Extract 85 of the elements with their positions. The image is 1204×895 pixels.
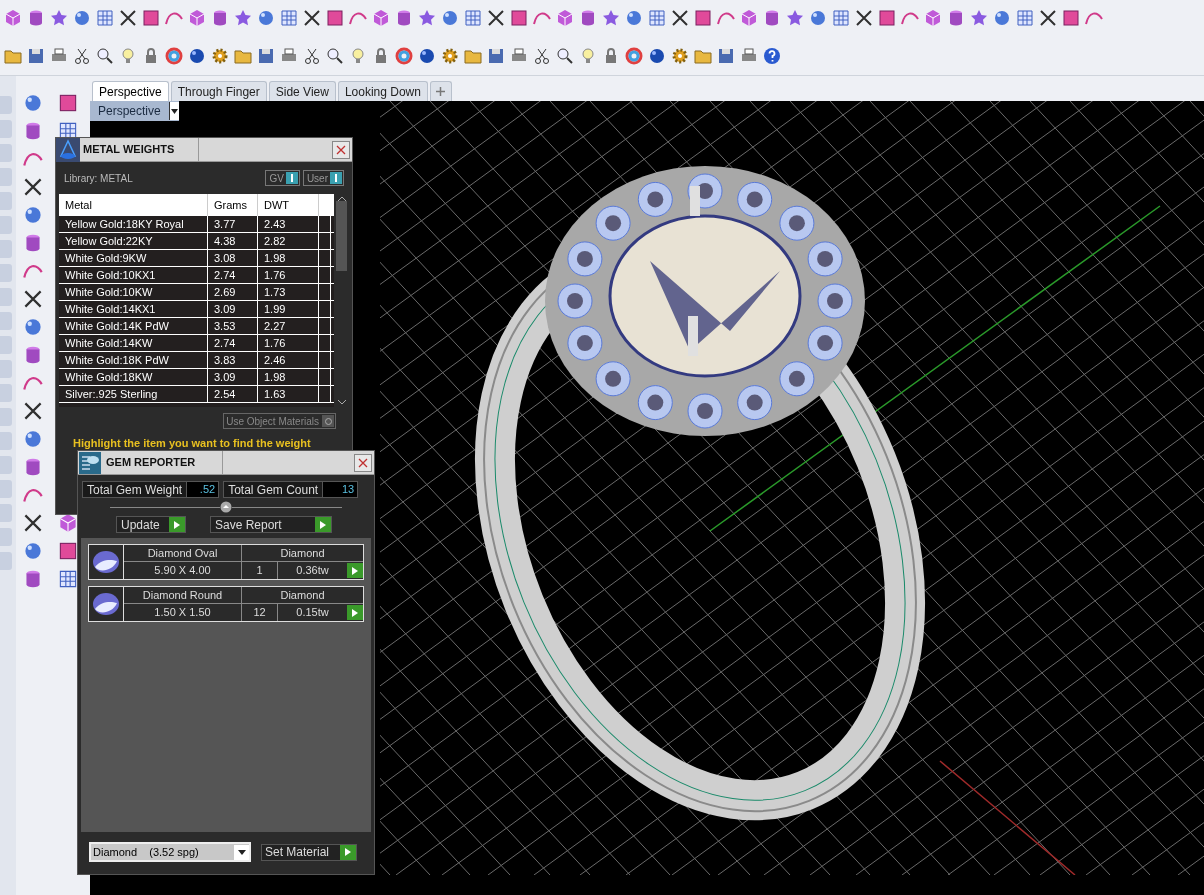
- table-cell: 1.63: [258, 386, 319, 402]
- play-icon: [345, 848, 351, 856]
- close-button[interactable]: [354, 453, 372, 472]
- field-label: Total Gem Count: [227, 481, 320, 499]
- table-cell: 3.83: [208, 352, 258, 368]
- action-button[interactable]: Set Material: [261, 843, 357, 861]
- window-title: GEM REPORTER: [106, 455, 197, 471]
- close-icon: [336, 144, 346, 155]
- close-button[interactable]: [332, 140, 350, 159]
- table-cell: White Gold:9KW: [59, 250, 208, 266]
- table-cell: White Gold:14KW: [59, 335, 208, 351]
- play-button[interactable]: [347, 605, 363, 620]
- viewport-tab[interactable]: Through Finger: [170, 81, 267, 101]
- table-cell: 1.73: [258, 284, 319, 300]
- column-header[interactable]: DWT: [258, 194, 319, 216]
- window-title: METAL WEIGHTS: [83, 142, 176, 158]
- gem-material: Diamond: [279, 546, 326, 561]
- play-icon: [352, 608, 358, 617]
- gem-count: 12: [242, 604, 278, 621]
- table-cell: 2.74: [208, 335, 258, 351]
- table-cell: Silver:.925 Sterling: [59, 386, 208, 402]
- close-icon: [358, 457, 368, 468]
- play-button[interactable]: [347, 563, 363, 578]
- table-cell: 2.27: [258, 318, 319, 334]
- table-cell: 1.98: [258, 250, 319, 266]
- table-cell: 2.74: [208, 267, 258, 283]
- table-cell: 2.43: [258, 216, 319, 232]
- table-cell: Yellow Gold:18KY Royal: [59, 216, 208, 232]
- play-icon: [320, 520, 326, 529]
- gem-name: Diamond Round: [124, 587, 242, 603]
- viewport-tab[interactable]: Side View: [268, 81, 336, 101]
- table-cell: 3.09: [208, 369, 258, 385]
- gem-name: Diamond Oval: [124, 545, 242, 561]
- table-cell: White Gold:14K PdW: [59, 318, 208, 334]
- toggle-switch[interactable]: GV: [265, 170, 300, 186]
- cone-icon: [56, 137, 80, 162]
- collapse-icon[interactable]: [220, 501, 232, 513]
- weight-value: .52: [186, 482, 219, 497]
- table-cell: 1.99: [258, 301, 319, 317]
- table-cell: White Gold:10KW: [59, 284, 208, 300]
- table-cell: 2.46: [258, 352, 319, 368]
- gem-material: Diamond: [279, 588, 326, 603]
- table-cell: 1.76: [258, 335, 319, 351]
- table-cell: 3.08: [208, 250, 258, 266]
- table-cell: 2.54: [208, 386, 258, 402]
- gem-weight: 0.36tw: [295, 563, 330, 579]
- table-cell: White Gold:14KX1: [59, 301, 208, 317]
- table-cell: White Gold:18KW: [59, 369, 208, 385]
- column-header[interactable]: Metal: [59, 194, 208, 216]
- action-button[interactable]: Update: [116, 516, 186, 533]
- material-dropdown[interactable]: Diamond (3.52 spg): [89, 842, 251, 862]
- table-cell: White Gold:10KX1: [59, 267, 208, 283]
- library-label: Library: METAL: [64, 171, 133, 186]
- table-cell: 3.09: [208, 301, 258, 317]
- caret-icon[interactable]: [168, 102, 179, 120]
- gem-size: 5.90 X 4.00: [124, 562, 242, 579]
- table-cell: 1.98: [258, 369, 319, 385]
- table-cell: White Gold:18K PdW: [59, 352, 208, 368]
- table-cell: 3.77: [208, 216, 258, 232]
- field-label: Total Gem Weight: [86, 481, 184, 499]
- checkbox[interactable]: Use Object Materials: [223, 413, 336, 429]
- table-cell: 1.76: [258, 267, 319, 283]
- gem-weight: 0.15tw: [295, 605, 330, 621]
- viewport-tab[interactable]: Looking Down: [337, 81, 428, 101]
- report-icon: [78, 450, 102, 475]
- hint-text: Highlight the item you want to find the weight: [73, 437, 311, 449]
- action-button[interactable]: Save Report: [210, 516, 332, 533]
- gem-size: 1.50 X 1.50: [124, 604, 242, 621]
- play-icon: [174, 520, 180, 529]
- count-value: 13: [322, 482, 358, 497]
- gem-count: 1: [242, 562, 278, 579]
- toggle-switch[interactable]: User: [302, 170, 344, 186]
- table-cell: 2.82: [258, 233, 319, 249]
- caret-icon: [237, 849, 246, 855]
- table-cell: 4.38: [208, 233, 258, 249]
- table-cell: 2.69: [208, 284, 258, 300]
- add-tab-icon[interactable]: [429, 81, 452, 101]
- gem-icon: [91, 549, 121, 575]
- scroll-thumb[interactable]: [336, 201, 347, 271]
- play-icon: [352, 566, 358, 575]
- column-header[interactable]: Grams: [208, 194, 258, 216]
- table-cell: 3.53: [208, 318, 258, 334]
- gem-icon: [91, 591, 121, 617]
- viewport-tab[interactable]: Perspective: [92, 81, 169, 101]
- table-cell: Yellow Gold:22KY: [59, 233, 208, 249]
